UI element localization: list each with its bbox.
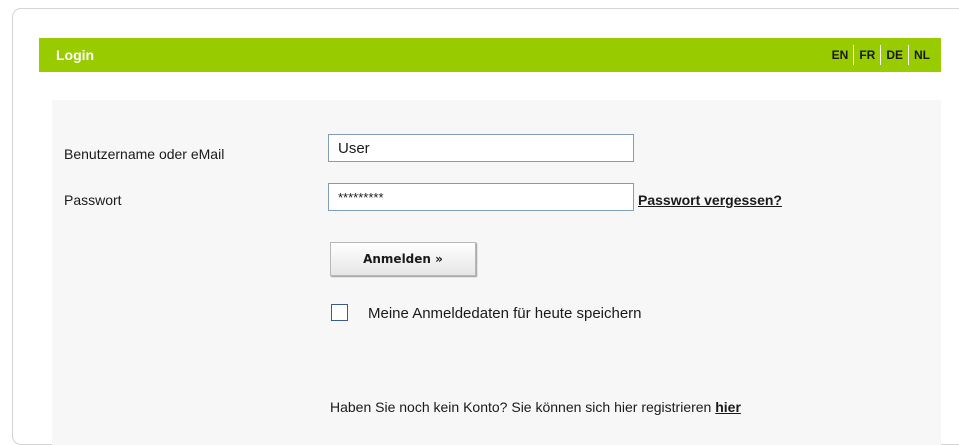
language-link-nl[interactable]: NL (909, 48, 935, 62)
language-link-de[interactable]: DE (881, 48, 908, 62)
password-label: Passwort (64, 192, 122, 208)
login-title: Login (56, 47, 95, 63)
language-link-fr[interactable]: FR (854, 48, 880, 62)
register-prompt: Haben Sie noch kein Konto? Sie können si… (330, 399, 741, 415)
remember-me-checkbox[interactable] (331, 304, 348, 321)
remember-me-label: Meine Anmeldedaten für heute speichern (368, 305, 642, 322)
login-header: Login EN FR DE NL (39, 38, 941, 72)
login-button[interactable]: Anmelden » (330, 242, 476, 276)
username-input[interactable] (328, 134, 634, 162)
language-switcher: EN FR DE NL (827, 38, 935, 72)
register-link[interactable]: hier (715, 399, 741, 415)
password-input[interactable] (328, 183, 634, 211)
register-text: Haben Sie noch kein Konto? Sie können si… (330, 399, 712, 415)
username-label: Benutzername oder eMail (64, 146, 225, 162)
forgot-password-link[interactable]: Passwort vergessen? (638, 192, 782, 208)
language-link-en[interactable]: EN (827, 48, 854, 62)
